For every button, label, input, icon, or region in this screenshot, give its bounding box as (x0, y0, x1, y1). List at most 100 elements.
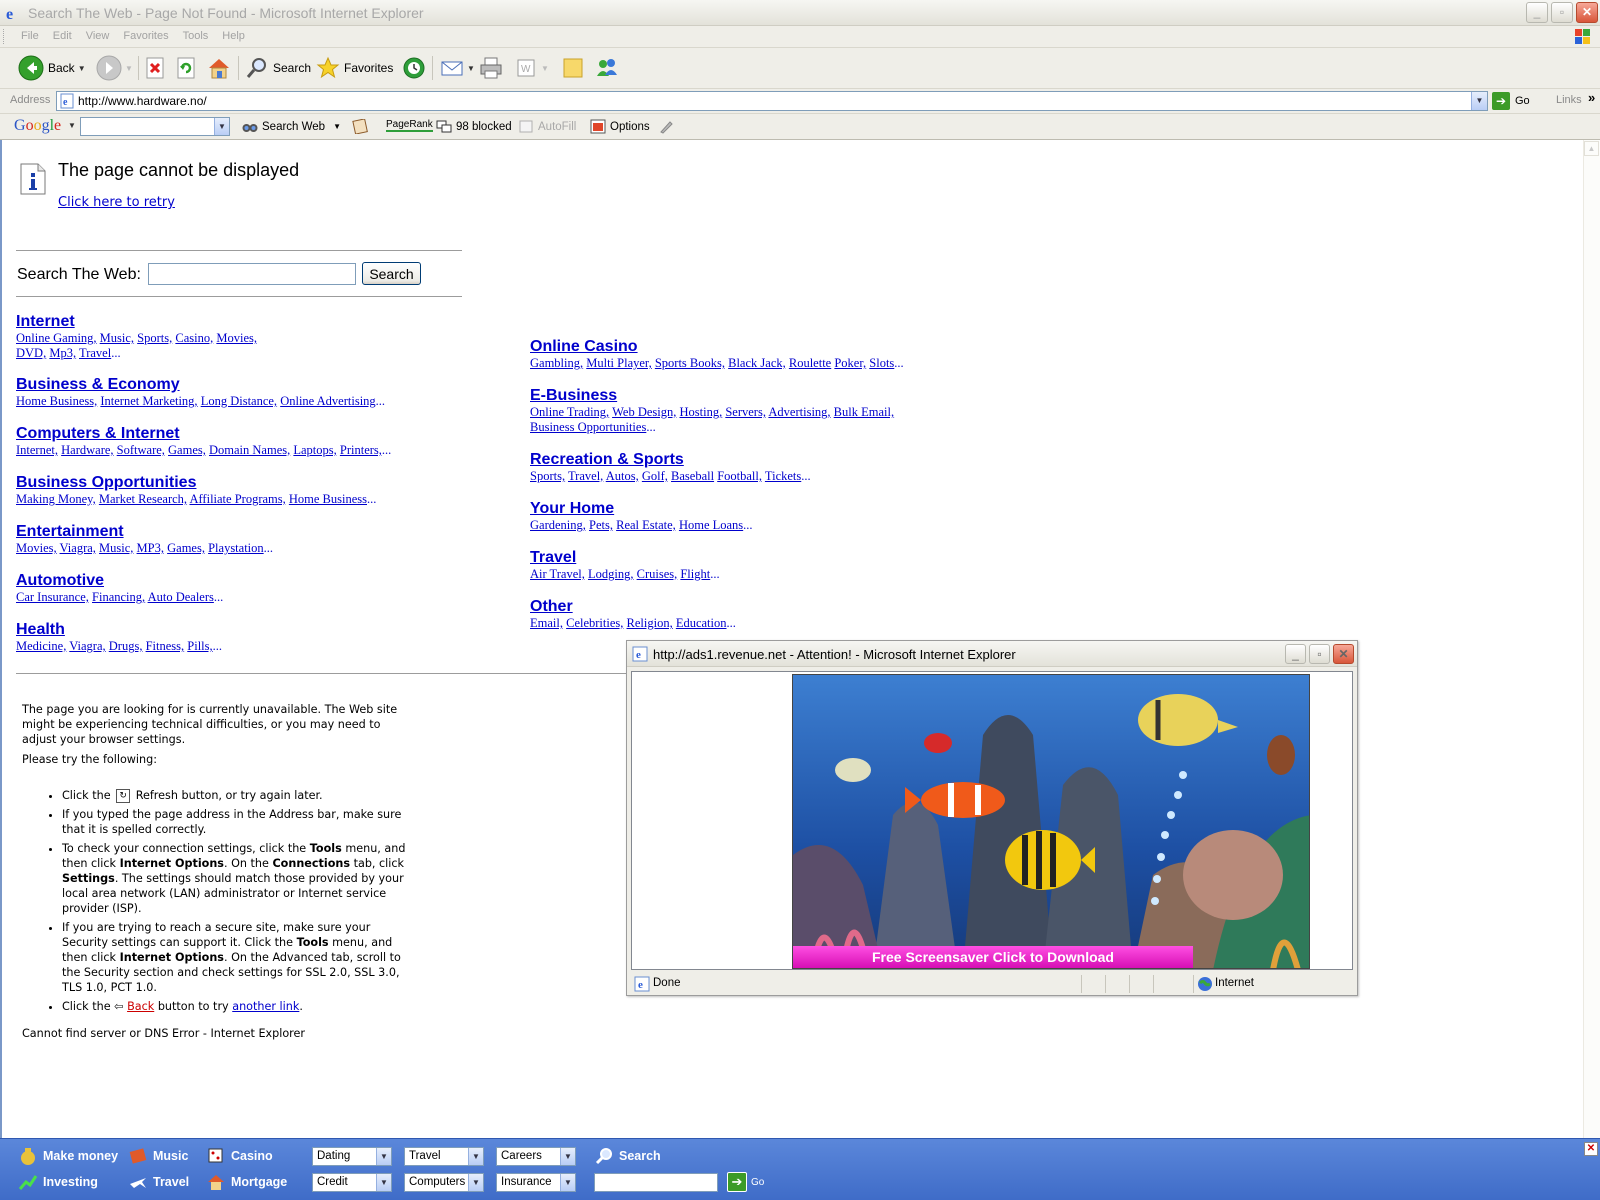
google-menu-dropdown-icon[interactable]: ▼ (68, 121, 76, 130)
subcategory-link[interactable]: Software, (117, 443, 165, 457)
subcategory-link[interactable]: Business Opportunities (530, 420, 646, 434)
make-money-button[interactable]: Make money (18, 1146, 118, 1166)
subcategory-link[interactable]: Air Travel, (530, 567, 585, 581)
subcategory-link[interactable]: Advertising, (768, 405, 830, 419)
menu-help[interactable]: Help (215, 29, 252, 43)
options-button[interactable]: Options (590, 119, 650, 134)
ad-download-banner[interactable]: Free Screensaver Click to Download (793, 946, 1193, 968)
bottom-go-button[interactable]: ➔ Go (727, 1172, 764, 1192)
mail-dropdown-icon[interactable]: ▼ (467, 64, 475, 73)
subcategory-link[interactable]: Gambling, (530, 356, 583, 370)
subcategory-link[interactable]: Religion, (627, 616, 673, 630)
popup-title-bar[interactable]: e http://ads1.revenue.net - Attention! -… (627, 641, 1357, 667)
edit-button[interactable]: W ▼ (516, 54, 549, 82)
subcategory-link[interactable]: Online Gaming, (16, 331, 97, 345)
subcategory-link[interactable]: Home Business, (16, 394, 97, 408)
insurance-select[interactable]: Insurance ▼ (496, 1173, 576, 1192)
category-title-link[interactable]: Business Opportunities (16, 473, 376, 492)
close-button[interactable]: ✕ (1576, 2, 1598, 23)
google-search-dropdown-icon[interactable]: ▼ (214, 118, 229, 135)
subcategory-link[interactable]: Autos, (606, 469, 639, 483)
subcategory-link[interactable]: Domain Names, (209, 443, 290, 457)
home-button[interactable] (206, 54, 232, 82)
subcategory-link[interactable]: Viagra, (69, 639, 105, 653)
subcategory-link[interactable]: Roulette (789, 356, 831, 370)
subcategory-link[interactable]: Viagra, (60, 541, 96, 555)
back-button[interactable]: Back ▼ (18, 54, 86, 82)
subcategory-link[interactable]: Poker, (834, 356, 866, 370)
retry-link[interactable]: Click here to retry (58, 195, 175, 210)
travel-button[interactable]: Travel (128, 1172, 189, 1192)
subcategory-link[interactable]: Home Business (289, 492, 367, 506)
refresh-button[interactable] (176, 54, 198, 82)
address-input[interactable]: e http://www.hardware.no/ ▼ (56, 91, 1488, 111)
subcategory-link[interactable]: Movies, (16, 541, 57, 555)
subcategory-link[interactable]: Travel, (568, 469, 603, 483)
google-logo[interactable]: Google (14, 117, 61, 135)
subcategory-link[interactable]: Bulk Email, (834, 405, 894, 419)
address-dropdown-icon[interactable]: ▼ (1471, 92, 1487, 110)
subcategory-link[interactable]: Celebrities, (566, 616, 623, 630)
another-link[interactable]: another link (232, 1000, 299, 1013)
subcategory-link[interactable]: Internet, (16, 443, 58, 457)
subcategory-link[interactable]: Lodging, (588, 567, 633, 581)
history-button[interactable] (402, 54, 426, 82)
subcategory-link[interactable]: Football, (717, 469, 762, 483)
category-title-link[interactable]: Entertainment (16, 522, 273, 541)
pagerank-indicator[interactable]: PageRank (386, 119, 433, 132)
subcategory-link[interactable]: Pills, (187, 639, 212, 653)
go-button[interactable]: ➔ Go (1492, 92, 1530, 110)
subcategory-link[interactable]: Laptops, (293, 443, 336, 457)
subcategory-link[interactable]: Car Insurance, (16, 590, 89, 604)
music-button[interactable]: Music (128, 1146, 188, 1166)
subcategory-link[interactable]: Email, (530, 616, 563, 630)
subcategory-link[interactable]: Pets, (589, 518, 613, 532)
subcategory-link[interactable]: Slots (869, 356, 894, 370)
print-button[interactable] (478, 54, 504, 82)
subcategory-link[interactable]: Golf, (642, 469, 668, 483)
category-title-link[interactable]: Automotive (16, 571, 223, 590)
bottom-search-button[interactable]: Search (594, 1146, 661, 1166)
menu-edit[interactable]: Edit (46, 29, 79, 43)
stop-button[interactable] (145, 54, 167, 82)
category-title-link[interactable]: Recreation & Sports (530, 450, 811, 469)
subcategory-link[interactable]: Hosting, (679, 405, 722, 419)
subcategory-link[interactable]: Long Distance, (201, 394, 277, 408)
subcategory-link[interactable]: Games, (168, 443, 206, 457)
subcategory-link[interactable]: Games, (167, 541, 205, 555)
forward-dropdown-icon[interactable]: ▼ (125, 64, 133, 73)
menu-tools[interactable]: Tools (176, 29, 216, 43)
search-web-button[interactable]: Search Web ▼ (242, 119, 341, 134)
search-web-dropdown-icon[interactable]: ▼ (333, 122, 341, 131)
dating-select[interactable]: Dating ▼ (312, 1147, 392, 1166)
investing-button[interactable]: Investing (18, 1172, 98, 1192)
casino-button[interactable]: Casino (206, 1146, 273, 1166)
subcategory-link[interactable]: Travel (79, 346, 111, 360)
computers-select[interactable]: Computers ▼ (404, 1173, 484, 1192)
subcategory-link[interactable]: Sports, (137, 331, 172, 345)
subcategory-link[interactable]: Home Loans (679, 518, 743, 532)
subcategory-link[interactable]: Flight (680, 567, 710, 581)
category-title-link[interactable]: Travel (530, 548, 720, 567)
subcategory-link[interactable]: Tickets (765, 469, 801, 483)
subcategory-link[interactable]: Web Design, (612, 405, 676, 419)
edit-dropdown-icon[interactable]: ▼ (541, 64, 549, 73)
subcategory-link[interactable]: Sports Books, (655, 356, 725, 370)
popup-minimize-button[interactable]: _ (1285, 644, 1306, 664)
subcategory-link[interactable]: Real Estate, (616, 518, 676, 532)
google-search-input[interactable]: ▼ (80, 117, 230, 136)
subcategory-link[interactable]: Online Trading, (530, 405, 609, 419)
subcategory-link[interactable]: Servers, (725, 405, 766, 419)
scroll-up-arrow-icon[interactable]: ▲ (1584, 141, 1599, 156)
subcategory-link[interactable]: Hardware, (61, 443, 113, 457)
subcategory-link[interactable]: Internet Marketing, (100, 394, 197, 408)
category-title-link[interactable]: Your Home (530, 499, 753, 518)
mortgage-button[interactable]: Mortgage (206, 1172, 287, 1192)
screensaver-ad[interactable]: Free Screensaver Click to Download (792, 674, 1310, 969)
popup-close-button[interactable]: ✕ (1333, 644, 1354, 664)
vertical-scrollbar[interactable]: ▲ (1583, 140, 1600, 1138)
subcategory-link[interactable]: Medicine, (16, 639, 66, 653)
subcategory-link[interactable]: Fitness, (146, 639, 185, 653)
category-title-link[interactable]: E-Business (530, 386, 894, 405)
subcategory-link[interactable]: Drugs, (109, 639, 143, 653)
